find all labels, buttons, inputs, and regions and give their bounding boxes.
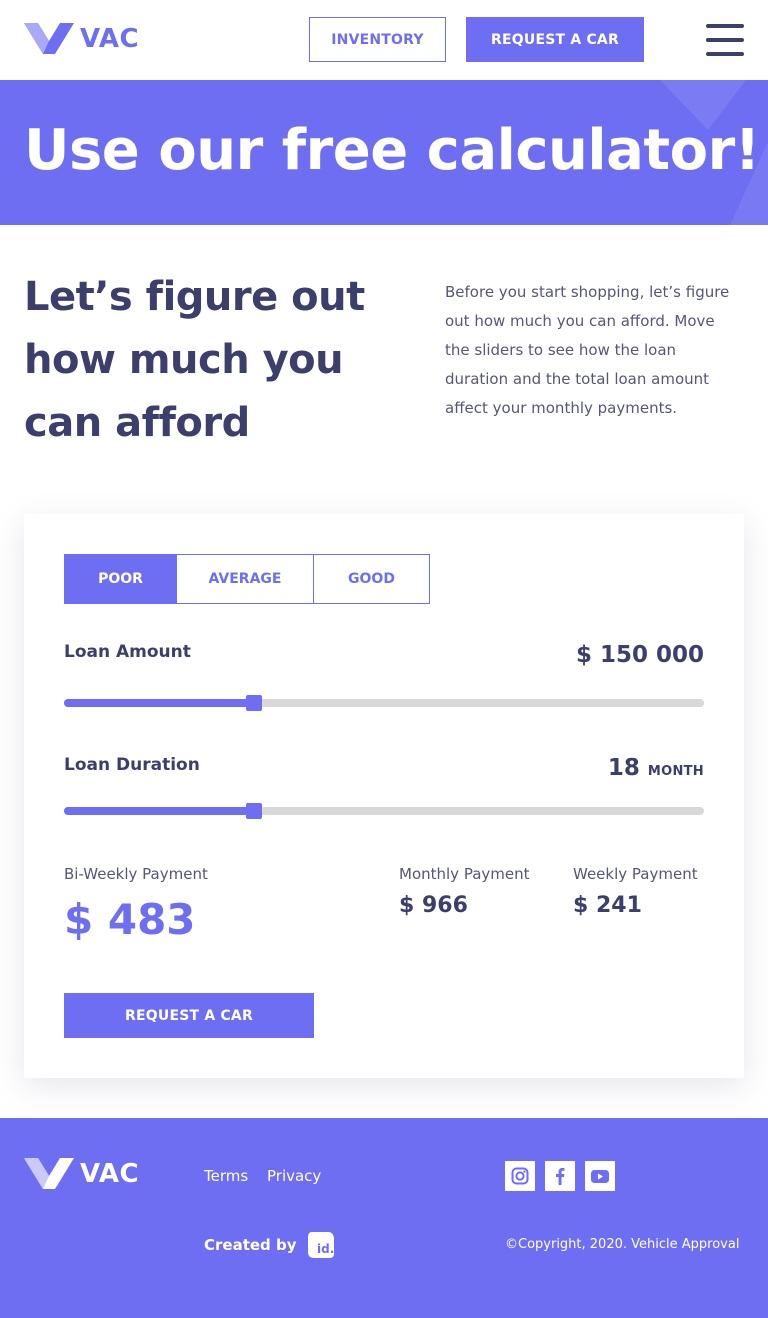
youtube-icon[interactable]: [585, 1161, 615, 1191]
loan-amount-label: Loan Amount: [64, 642, 191, 662]
hero-banner: Use our free calculator!: [0, 80, 768, 225]
inventory-button[interactable]: INVENTORY: [309, 17, 446, 62]
instagram-icon[interactable]: [505, 1161, 535, 1191]
credit-score-tabs: POOR AVERAGE GOOD: [64, 554, 430, 604]
terms-link[interactable]: Terms: [204, 1167, 248, 1185]
facebook-glyph: [556, 1168, 565, 1185]
loan-calculator-card: POOR AVERAGE GOOD Loan Amount $ 150 000 …: [24, 514, 744, 1078]
logo-text: VAC: [80, 24, 140, 54]
weekly-payment-label: Weekly Payment: [573, 865, 698, 883]
hero-title: Use our free calculator!: [24, 118, 760, 183]
tab-poor[interactable]: POOR: [64, 554, 177, 604]
weekly-payment-value: $ 241: [573, 893, 642, 918]
facebook-icon[interactable]: [545, 1161, 575, 1191]
site-logo[interactable]: VAC: [24, 22, 139, 56]
monthly-payment-value: $ 966: [399, 893, 468, 918]
calculator-request-car-button[interactable]: REQUEST A CAR: [64, 993, 314, 1038]
id-agency-logo-icon[interactable]: id.: [306, 1230, 336, 1260]
privacy-link[interactable]: Privacy: [267, 1167, 321, 1185]
intro-heading: Let’s figure out how much you can afford: [24, 274, 365, 446]
tab-average[interactable]: AVERAGE: [175, 554, 315, 604]
loan-amount-slider-thumb[interactable]: [246, 695, 263, 711]
loan-amount-slider-fill: [64, 699, 255, 707]
created-by: Created by id.: [204, 1230, 336, 1260]
hamburger-menu-icon[interactable]: [706, 24, 744, 56]
intro-text: Before you start shopping, let’s figure …: [445, 283, 730, 417]
loan-amount-slider[interactable]: [64, 695, 704, 711]
footer-logo-text: VAC: [80, 1159, 140, 1189]
loan-duration-label: Loan Duration: [64, 755, 200, 775]
copyright-text: ©Copyright, 2020. Vehicle Approval: [505, 1237, 740, 1252]
svg-text:id.: id.: [317, 1242, 334, 1256]
loan-duration-slider-thumb[interactable]: [246, 803, 263, 819]
site-footer: VAC Terms Privacy Created by id. ©Copyri…: [0, 1118, 768, 1318]
vac-logo-icon: [24, 23, 74, 54]
youtube-glyph: [591, 1169, 609, 1183]
tab-good[interactable]: GOOD: [313, 554, 430, 604]
loan-duration-unit: MONTH: [647, 764, 704, 779]
footer-logo[interactable]: VAC: [24, 1158, 139, 1190]
instagram-glyph: [511, 1167, 529, 1185]
vac-logo-icon: [24, 1158, 74, 1189]
loan-duration-value: 18 MONTH: [608, 755, 704, 781]
request-car-button[interactable]: REQUEST A CAR: [466, 17, 644, 62]
loan-duration-slider[interactable]: [64, 803, 704, 819]
biweekly-payment-label: Bi-Weekly Payment: [64, 865, 208, 883]
biweekly-payment-value: $ 483: [64, 895, 196, 944]
loan-amount-value: $ 150 000: [575, 642, 704, 668]
site-header: VAC INVENTORY REQUEST A CAR: [0, 0, 768, 80]
created-by-label: Created by: [204, 1236, 297, 1254]
monthly-payment-label: Monthly Payment: [399, 865, 530, 883]
loan-duration-slider-fill: [64, 807, 255, 815]
loan-duration-number: 18: [607, 755, 640, 781]
